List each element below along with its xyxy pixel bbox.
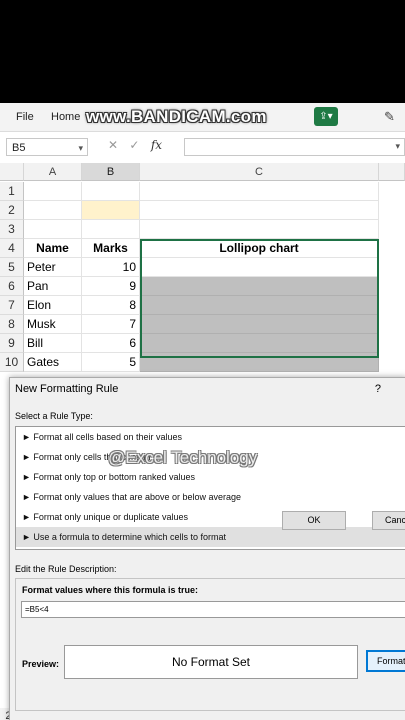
formula-input[interactable]: ▾ bbox=[184, 138, 405, 156]
format-button[interactable]: Format... bbox=[366, 650, 405, 672]
new-formatting-rule-dialog: New Formatting Rule ? Select a Rule Type… bbox=[9, 377, 405, 720]
cell-a1[interactable] bbox=[24, 182, 82, 201]
cell-c8[interactable] bbox=[140, 315, 379, 334]
excel-window: File Home www.BANDICAM.com ⇪▾ ✎ B5 ▾ ✕ ✓… bbox=[0, 103, 405, 720]
rule-type-list: ► Format all cells based on their values… bbox=[15, 426, 405, 550]
draw-icon[interactable]: ✎ bbox=[384, 109, 395, 125]
cell-c9[interactable] bbox=[140, 334, 379, 353]
cell-c5[interactable] bbox=[140, 258, 379, 277]
select-all-corner[interactable] bbox=[0, 163, 24, 181]
row-header[interactable]: 3 bbox=[0, 220, 24, 239]
cell-b9[interactable]: 6 bbox=[82, 334, 140, 353]
rule-formula-input[interactable]: =B5<4 bbox=[21, 601, 405, 618]
expand-formula-icon[interactable]: ▾ bbox=[395, 141, 400, 152]
cell-b6[interactable]: 9 bbox=[82, 277, 140, 296]
cell-c10[interactable] bbox=[140, 353, 379, 372]
row-header[interactable]: 4 bbox=[0, 239, 24, 258]
row-header[interactable]: 8 bbox=[0, 315, 24, 334]
rule-type-option[interactable]: ► Format all cells based on their values bbox=[16, 427, 405, 447]
cell-b7[interactable]: 8 bbox=[82, 296, 140, 315]
help-icon[interactable]: ? bbox=[375, 383, 381, 395]
cell-b8[interactable]: 7 bbox=[82, 315, 140, 334]
insert-function-icon[interactable]: fx bbox=[151, 138, 162, 152]
cell-a7[interactable]: Elon bbox=[24, 296, 82, 315]
row-header[interactable]: 6 bbox=[0, 277, 24, 296]
cell-a5[interactable]: Peter bbox=[24, 258, 82, 277]
rule-type-option[interactable]: ► Format only unique or duplicate values bbox=[16, 507, 405, 527]
rule-description-panel: Format values where this formula is true… bbox=[15, 578, 405, 711]
column-header-a[interactable]: A bbox=[24, 163, 82, 181]
row-header[interactable]: 9 bbox=[0, 334, 24, 353]
cell-a9[interactable]: Bill bbox=[24, 334, 82, 353]
cancel-button[interactable]: Cancel bbox=[372, 511, 405, 530]
cell-c6[interactable] bbox=[140, 277, 379, 296]
cell-a6[interactable]: Pan bbox=[24, 277, 82, 296]
column-header-c[interactable]: C bbox=[140, 163, 379, 181]
cell-b10[interactable]: 5 bbox=[82, 353, 140, 372]
rule-type-option[interactable]: ► Format only top or bottom ranked value… bbox=[16, 467, 405, 487]
channel-watermark: @Excel Technology bbox=[108, 448, 258, 467]
formula-bar: B5 ▾ ✕ ✓ fx ▾ bbox=[0, 136, 405, 158]
cell-a4-header[interactable]: Name bbox=[24, 239, 82, 258]
ribbon: File Home www.BANDICAM.com ⇪▾ ✎ bbox=[0, 103, 405, 132]
select-rule-type-label: Select a Rule Type: bbox=[15, 411, 93, 421]
column-header-d[interactable] bbox=[379, 163, 405, 181]
tab-home[interactable]: Home bbox=[51, 111, 80, 123]
cell-a8[interactable]: Musk bbox=[24, 315, 82, 334]
preview-label: Preview: bbox=[22, 659, 60, 669]
edit-rule-description-label: Edit the Rule Description: bbox=[15, 564, 117, 574]
cell-b1[interactable] bbox=[82, 182, 140, 201]
row-header[interactable]: 7 bbox=[0, 296, 24, 315]
row-header[interactable]: 1 bbox=[0, 182, 24, 201]
cell-c3[interactable] bbox=[140, 220, 379, 239]
tab-file[interactable]: File bbox=[16, 111, 34, 123]
chevron-down-icon[interactable]: ▾ bbox=[78, 139, 83, 157]
cell-c1[interactable] bbox=[140, 182, 379, 201]
row-header[interactable]: 5 bbox=[0, 258, 24, 277]
cancel-icon[interactable]: ✕ bbox=[108, 138, 118, 152]
cell-b3[interactable] bbox=[82, 220, 140, 239]
cell-c7[interactable] bbox=[140, 296, 379, 315]
cell-a2[interactable] bbox=[24, 201, 82, 220]
rule-type-option[interactable]: ► Format only values that are above or b… bbox=[16, 487, 405, 507]
row-header[interactable]: 2 bbox=[0, 201, 24, 220]
row-header[interactable]: 10 bbox=[0, 353, 24, 372]
column-header-b[interactable]: B bbox=[82, 163, 140, 181]
format-preview: No Format Set bbox=[64, 645, 358, 679]
formula-condition-label: Format values where this formula is true… bbox=[22, 585, 199, 595]
ok-button[interactable]: OK bbox=[282, 511, 346, 530]
cell-c4-header[interactable]: Lollipop chart bbox=[140, 239, 379, 258]
cell-b5[interactable]: 10 bbox=[82, 258, 140, 277]
dialog-title: New Formatting Rule bbox=[15, 383, 119, 395]
formula-controls: ✕ ✓ fx bbox=[108, 138, 170, 152]
enter-icon[interactable]: ✓ bbox=[129, 138, 139, 152]
name-box[interactable]: B5 ▾ bbox=[6, 138, 88, 156]
cell-b2[interactable] bbox=[82, 201, 140, 220]
bandicam-watermark: www.BANDICAM.com bbox=[86, 107, 267, 126]
cell-c2[interactable] bbox=[140, 201, 379, 220]
share-button[interactable]: ⇪▾ bbox=[314, 107, 338, 126]
cell-b4-header[interactable]: Marks bbox=[82, 239, 140, 258]
cell-a10[interactable]: Gates bbox=[24, 353, 82, 372]
rule-type-option-selected[interactable]: ► Use a formula to determine which cells… bbox=[16, 527, 405, 547]
cell-a3[interactable] bbox=[24, 220, 82, 239]
name-box-value: B5 bbox=[12, 142, 26, 154]
